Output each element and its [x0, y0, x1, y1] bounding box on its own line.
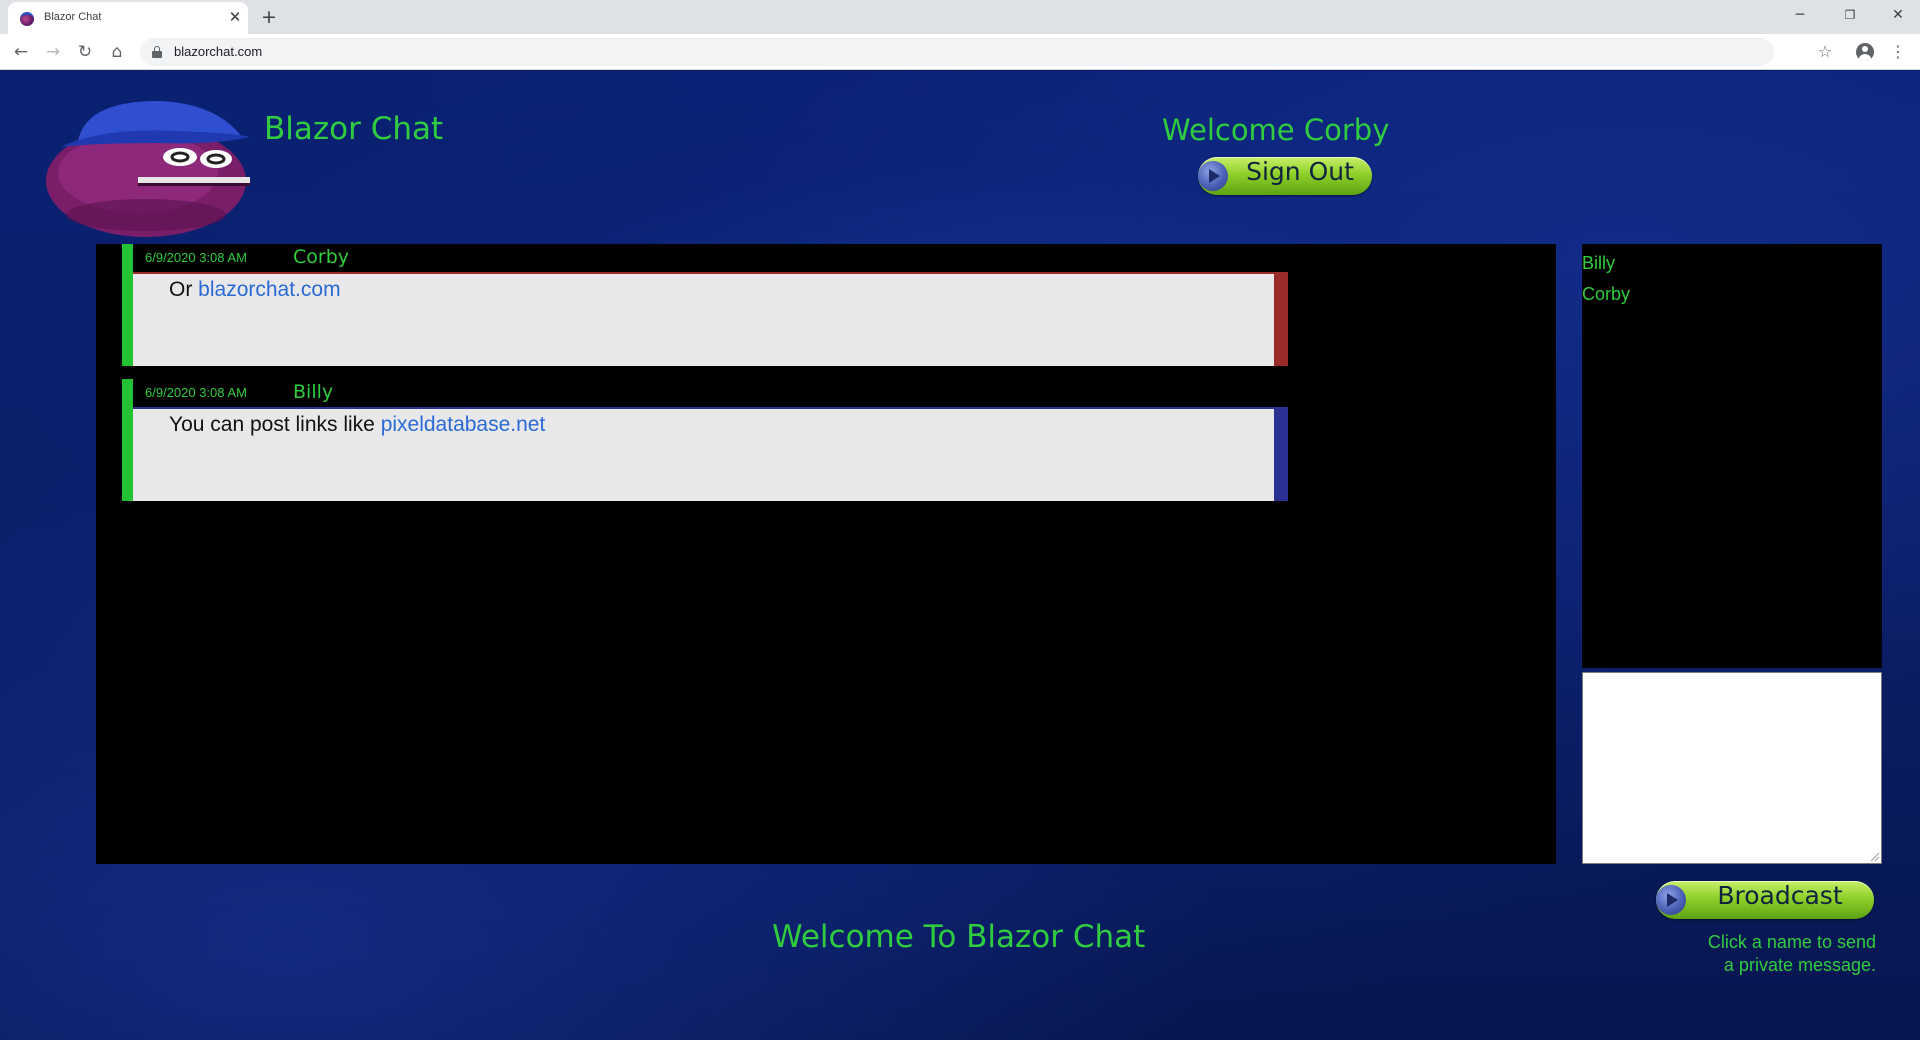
message-user: Billy [293, 381, 334, 403]
user-list: Billy Corby [1582, 244, 1882, 668]
message-stripe [122, 379, 133, 501]
message-body: You can post links like pixeldatabase.ne… [133, 407, 1288, 501]
logo-mascot [46, 101, 250, 237]
arrow-icon [1198, 161, 1228, 191]
page: Blazor Chat Welcome Corby Sign Out 6/9/2… [0, 71, 1920, 1040]
browser-tab[interactable]: Blazor Chat ✕ [8, 2, 248, 34]
menu-icon[interactable]: ⋮ [1888, 40, 1908, 64]
home-button[interactable]: ⌂ [104, 40, 130, 64]
chat-message: 6/9/2020 3:08 AM Corby Or blazorchat.com [122, 244, 1288, 366]
back-button[interactable]: ← [8, 40, 34, 64]
user-list-item[interactable]: Billy [1582, 253, 1615, 274]
user-list-item[interactable]: Corby [1582, 284, 1630, 305]
message-stripe [122, 244, 133, 366]
message-link[interactable]: pixeldatabase.net [381, 413, 546, 436]
url-text: blazorchat.com [174, 44, 263, 59]
message-text: You can post links like pixeldatabase.ne… [169, 413, 546, 436]
message-link[interactable]: blazorchat.com [198, 278, 340, 301]
tab-close-icon[interactable]: ✕ [226, 7, 244, 27]
resize-grip-icon[interactable] [1868, 850, 1880, 862]
message-time: 6/9/2020 3:08 AM [145, 250, 247, 265]
message-user: Corby [293, 246, 350, 268]
hint-line: a private message. [1723, 955, 1876, 975]
message-time: 6/9/2020 3:08 AM [145, 385, 247, 400]
reload-button[interactable]: ↻ [72, 40, 98, 64]
message-text: Or blazorchat.com [169, 278, 341, 301]
arrow-icon [1656, 885, 1686, 915]
lock-icon [152, 46, 162, 58]
broadcast-label: Broadcast [1717, 881, 1843, 910]
message-header: 6/9/2020 3:08 AM Billy [133, 379, 1288, 407]
chat-panel[interactable]: 6/9/2020 3:08 AM Corby Or blazorchat.com… [96, 244, 1556, 864]
message-header: 6/9/2020 3:08 AM Corby [133, 244, 1288, 272]
message-edge [1274, 407, 1288, 501]
hint-line: Click a name to send [1707, 932, 1876, 952]
private-message-hint: Click a name to send a private message. [1636, 931, 1876, 977]
message-input[interactable] [1582, 672, 1882, 864]
profile-icon[interactable] [1856, 43, 1874, 61]
browser-tab-bar: Blazor Chat ✕ + ─ ❐ ✕ [0, 0, 1920, 34]
restore-button[interactable]: ❐ [1830, 2, 1870, 28]
broadcast-button[interactable]: Broadcast [1656, 881, 1874, 919]
footer-title: Welcome To Blazor Chat [772, 919, 1146, 955]
tab-title: Blazor Chat [44, 11, 102, 23]
new-tab-button[interactable]: + [256, 5, 282, 29]
sign-out-button[interactable]: Sign Out [1198, 157, 1372, 195]
site-title: Blazor Chat [264, 111, 444, 147]
forward-button[interactable]: → [40, 40, 66, 64]
browser-toolbar: ← → ↻ ⌂ blazorchat.com ☆ ⋮ [0, 34, 1920, 70]
bookmark-star-icon[interactable]: ☆ [1812, 40, 1838, 64]
favicon-icon [20, 12, 34, 26]
address-bar[interactable]: blazorchat.com [140, 38, 1774, 66]
chat-message: 6/9/2020 3:08 AM Billy You can post link… [122, 379, 1288, 501]
sign-out-label: Sign Out [1246, 157, 1354, 186]
message-body: Or blazorchat.com [133, 272, 1288, 366]
welcome-user: Welcome Corby [1162, 113, 1390, 147]
message-edge [1274, 272, 1288, 366]
close-window-button[interactable]: ✕ [1878, 2, 1918, 28]
minimize-button[interactable]: ─ [1780, 2, 1820, 28]
